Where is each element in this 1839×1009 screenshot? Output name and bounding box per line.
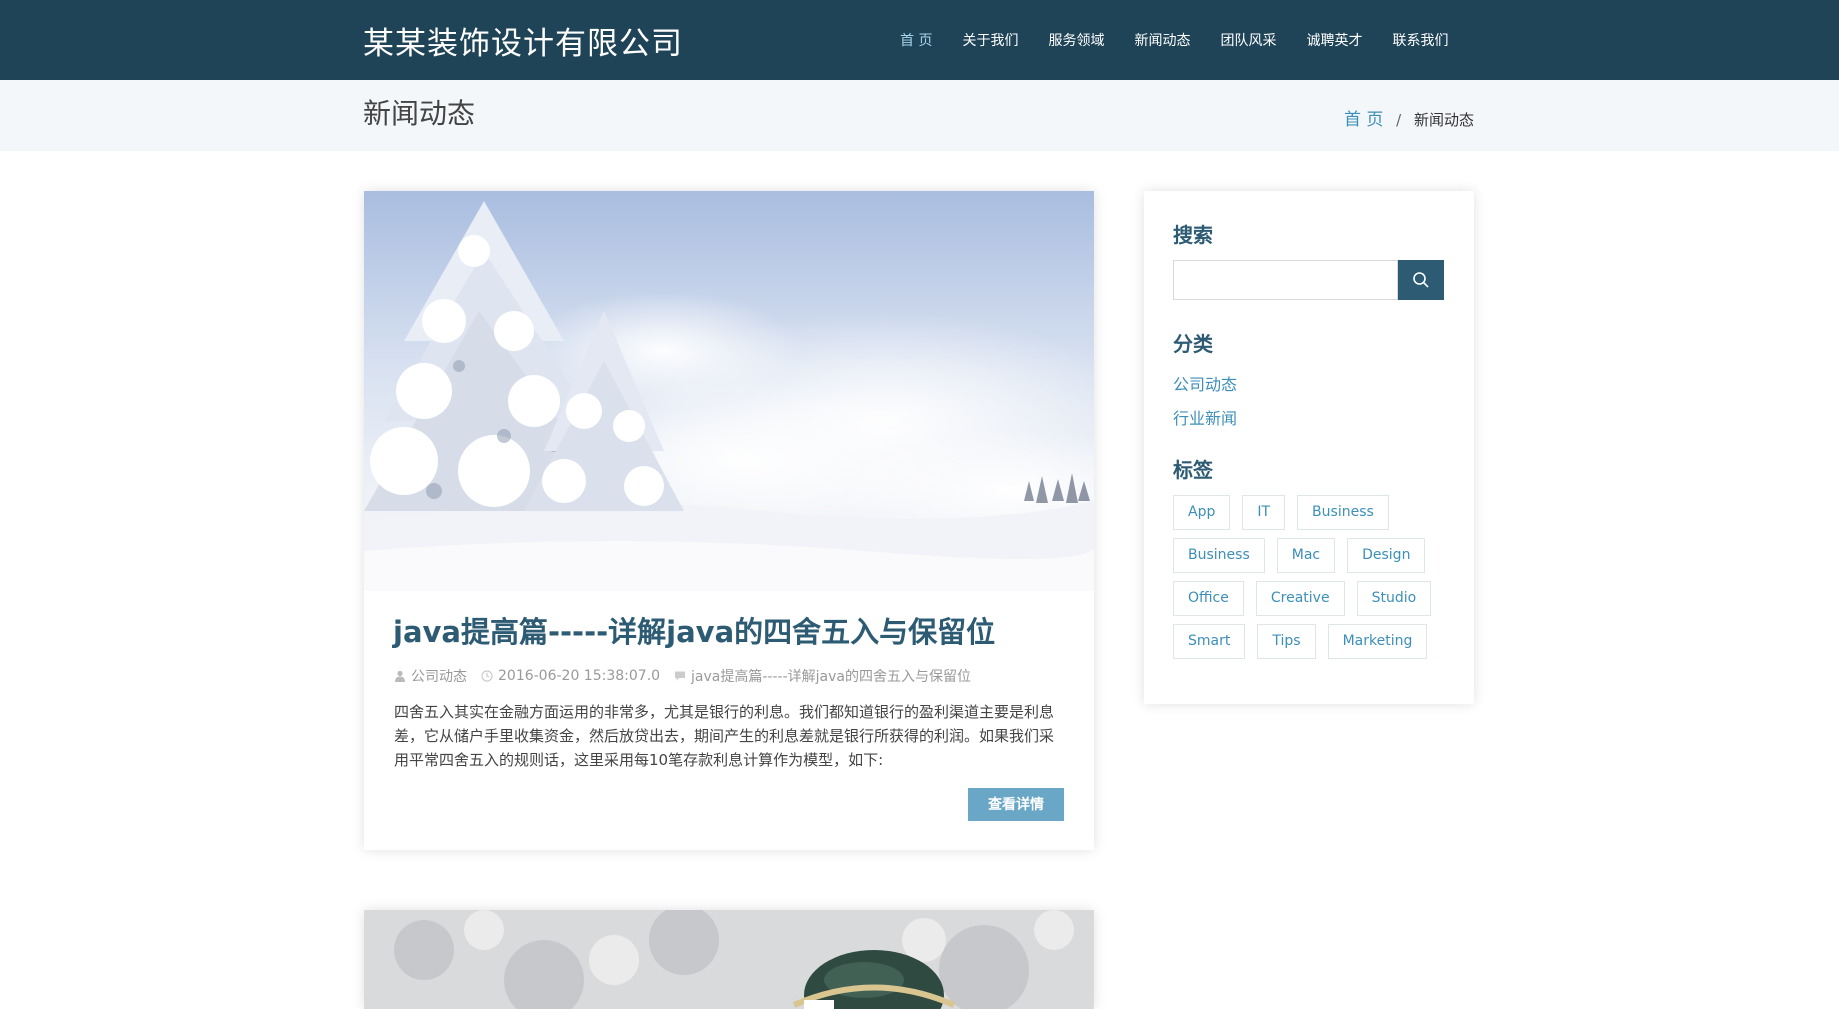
category-link-industry-news[interactable]: 行业新闻 bbox=[1173, 405, 1237, 429]
post-image-snowy-trees[interactable] bbox=[364, 191, 1094, 591]
post-date-label: 2016-06-20 15:38:07.0 bbox=[498, 668, 661, 684]
nav-item-contact[interactable]: 联系我们 bbox=[1392, 30, 1448, 50]
tag-design[interactable]: Design bbox=[1347, 538, 1426, 573]
tag-marketing[interactable]: Marketing bbox=[1327, 624, 1428, 659]
nav-item-careers[interactable]: 诚聘英才 bbox=[1306, 30, 1362, 50]
post-comment-label: java提高篇-----详解java的四舍五入与保留位 bbox=[691, 669, 971, 685]
post-excerpt: 四舍五入其实在金融方面运用的非常多，尤其是银行的利息。我们都知道银行的盈利渠道主… bbox=[394, 703, 1055, 769]
user-icon bbox=[395, 670, 405, 682]
tag-row: App IT Business bbox=[1173, 495, 1463, 530]
page-title-bar: 新闻动态 首 页 / 新闻动态 bbox=[0, 80, 1839, 151]
tag-row: Smart Tips Marketing bbox=[1173, 624, 1463, 659]
tag-app[interactable]: App bbox=[1173, 495, 1231, 530]
tag-row: Office Creative Studio bbox=[1173, 581, 1463, 616]
tag-tips[interactable]: Tips bbox=[1257, 624, 1316, 659]
tag-creative[interactable]: Creative bbox=[1255, 581, 1345, 616]
post-comment[interactable]: java提高篇-----详解java的四舍五入与保留位 bbox=[674, 666, 971, 686]
post-image-ring[interactable] bbox=[364, 910, 1094, 1009]
post-date: 2016-06-20 15:38:07.0 bbox=[481, 668, 660, 684]
nav-item-news[interactable]: 新闻动态 bbox=[1134, 30, 1190, 50]
news-post-card: java提高篇-----详解java的四舍五入与保留位 公司动态 2016-06… bbox=[364, 191, 1094, 850]
tag-it[interactable]: IT bbox=[1242, 495, 1286, 530]
search-icon bbox=[1413, 272, 1429, 288]
search-button[interactable] bbox=[1398, 260, 1444, 300]
category-heading: 分类 bbox=[1173, 332, 1213, 356]
breadcrumb-home-link[interactable]: 首 页 bbox=[1344, 110, 1383, 130]
tag-smart[interactable]: Smart bbox=[1173, 624, 1246, 659]
breadcrumb: 首 页 / 新闻动态 bbox=[1344, 105, 1474, 130]
read-more-button[interactable]: 查看详情 bbox=[968, 788, 1064, 821]
post-title[interactable]: java提高篇-----详解java的四舍五入与保留位 bbox=[393, 609, 1073, 651]
nav-item-team[interactable]: 团队风采 bbox=[1220, 30, 1276, 50]
search-input[interactable] bbox=[1173, 260, 1398, 300]
search-heading: 搜索 bbox=[1173, 223, 1213, 247]
main-nav: 首 页 关于我们 服务领域 新闻动态 团队风采 诚聘英才 联系我们 bbox=[900, 0, 1478, 80]
tag-business-2[interactable]: Business bbox=[1173, 538, 1265, 573]
category-link-company-news[interactable]: 公司动态 bbox=[1173, 371, 1237, 395]
tag-mac[interactable]: Mac bbox=[1276, 538, 1336, 573]
post-meta: 公司动态 2016-06-20 15:38:07.0 java提高篇-----详… bbox=[394, 666, 985, 686]
news-post-card-2 bbox=[364, 910, 1094, 1009]
comment-icon bbox=[675, 671, 686, 681]
site-logo[interactable]: 某某装饰设计有限公司 bbox=[363, 18, 683, 63]
page-title: 新闻动态 bbox=[363, 97, 476, 130]
post-category-label: 公司动态 bbox=[411, 669, 467, 685]
tag-cloud: App IT Business Business Mac Design Offi… bbox=[1173, 495, 1463, 667]
nav-item-about[interactable]: 关于我们 bbox=[962, 30, 1018, 50]
sidebar: 搜索 分类 公司动态 行业新闻 标签 App IT Business Busin… bbox=[1144, 191, 1474, 704]
breadcrumb-separator: / bbox=[1396, 111, 1402, 129]
tag-row: Business Mac Design bbox=[1173, 538, 1463, 573]
post-category[interactable]: 公司动态 bbox=[394, 666, 467, 686]
top-navbar: 某某装饰设计有限公司 首 页 关于我们 服务领域 新闻动态 团队风采 诚聘英才 … bbox=[0, 0, 1839, 80]
tag-business[interactable]: Business bbox=[1297, 495, 1389, 530]
nav-item-services[interactable]: 服务领域 bbox=[1048, 30, 1104, 50]
tag-studio[interactable]: Studio bbox=[1356, 581, 1432, 616]
clock-icon bbox=[481, 670, 493, 682]
tags-heading: 标签 bbox=[1173, 458, 1213, 482]
snow-landscape-image bbox=[364, 191, 1094, 591]
nav-item-home[interactable]: 首 页 bbox=[900, 30, 932, 50]
breadcrumb-current: 新闻动态 bbox=[1413, 111, 1474, 129]
tag-office[interactable]: Office bbox=[1173, 581, 1244, 616]
